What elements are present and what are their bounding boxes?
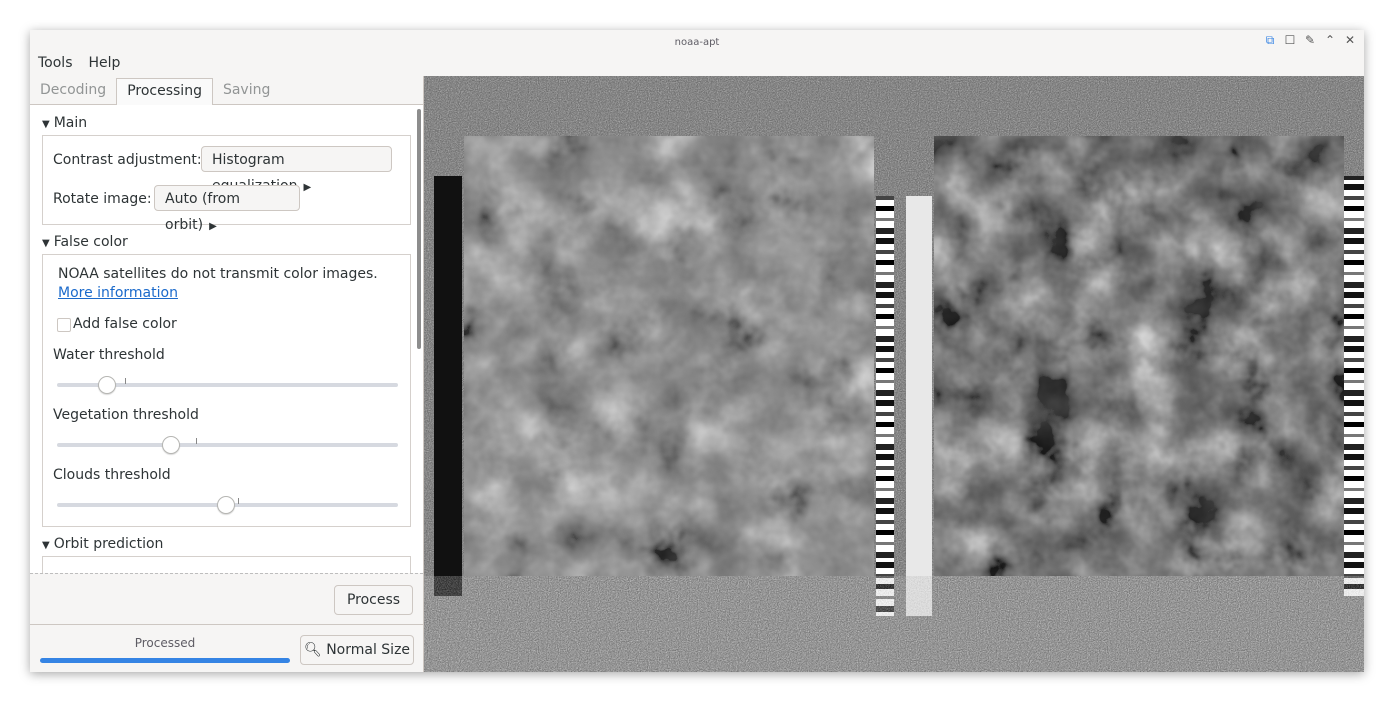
caret-right-icon: ▶ (303, 182, 312, 193)
false-color-header: False color (53, 234, 128, 250)
process-button[interactable]: Process (334, 585, 413, 615)
contrast-label: Contrast adjustment: (53, 152, 202, 168)
main-expander[interactable]: ▼ Main (42, 115, 87, 131)
clouds-threshold-slider[interactable] (217, 496, 235, 514)
rotate-dropdown[interactable]: Auto (from orbit) ▶ (154, 185, 300, 233)
scrollbar[interactable] (417, 109, 421, 349)
satellite-image (424, 76, 1364, 672)
window-controls: ⧉ ☐ ✎ ⌃ ✕ (1262, 32, 1358, 48)
menu-tools[interactable]: Tools (30, 50, 81, 76)
orbit-prediction-expander[interactable]: ▼ Orbit prediction (42, 536, 163, 552)
window-title: noaa-apt (674, 37, 720, 48)
normal-size-label: Normal Size (326, 642, 411, 658)
water-threshold-label: Water threshold (53, 347, 165, 363)
clouds-threshold-label: Clouds threshold (53, 467, 171, 483)
more-information-link[interactable]: More information (58, 285, 178, 301)
title-bar: noaa-apt ⧉ ☐ ✎ ⌃ ✕ (30, 30, 1364, 50)
main-header: Main (53, 115, 88, 131)
vegetation-threshold-slider[interactable] (162, 436, 180, 454)
menu-help[interactable]: Help (81, 50, 129, 76)
false-color-expander[interactable]: ▼ False color (42, 234, 128, 250)
main-frame: Contrast adjustment: Histogram equalizat… (42, 135, 411, 233)
clouds-default-mark (238, 498, 239, 504)
orbit-prediction-frame (42, 556, 411, 573)
app-window: noaa-apt ⧉ ☐ ✎ ⌃ ✕ Tools Help Decoding P… (30, 30, 1364, 672)
status-text: Processed (134, 636, 196, 650)
expander-arrow-icon: ▼ (42, 540, 50, 551)
menu-bar: Tools Help (30, 50, 128, 76)
processing-options[interactable]: ▼Main Contrast adjustment: Histogram equ… (30, 105, 423, 573)
status-bar: Processed 🔍︎ Normal Size (30, 624, 423, 672)
rotate-label: Rotate image: (53, 191, 152, 207)
info-text: NOAA satellites do not transmit color im… (58, 266, 378, 282)
settings-panel: Decoding Processing Saving ▼ Main Contras… (30, 76, 424, 672)
add-false-color-label: Add false color (73, 316, 177, 332)
image-viewer[interactable] (424, 76, 1364, 672)
tab-processing[interactable]: Processing (116, 78, 213, 105)
contrast-dropdown[interactable]: Histogram equalization▶ (201, 146, 392, 194)
progress-bar (40, 658, 290, 663)
expander-arrow-icon: ▼ (42, 119, 50, 130)
tab-decoding[interactable]: Decoding (30, 76, 116, 104)
rotate-value: Auto (from orbit) (165, 191, 240, 233)
caret-right-icon: ▶ (209, 221, 217, 232)
zoom-icon: 🔍︎ (303, 642, 322, 658)
add-false-color-checkbox[interactable] (57, 318, 71, 332)
orbit-prediction-header: Orbit prediction (53, 536, 164, 552)
vegetation-threshold-label: Vegetation threshold (53, 407, 199, 423)
false-color-info: NOAA satellites do not transmit color im… (58, 265, 403, 303)
vegetation-default-mark (196, 438, 197, 444)
expander-arrow-icon: ▼ (42, 238, 50, 249)
tab-bar: Decoding Processing Saving (30, 76, 423, 105)
restore-icon[interactable]: ⧉ (1262, 32, 1278, 48)
normal-size-button[interactable]: 🔍︎ Normal Size (300, 635, 414, 665)
water-threshold-slider[interactable] (98, 376, 116, 394)
tab-saving[interactable]: Saving (213, 76, 280, 104)
close-icon[interactable]: ✕ (1342, 32, 1358, 48)
vegetation-threshold-track[interactable] (57, 443, 398, 447)
chevron-up-icon[interactable]: ⌃ (1322, 32, 1338, 48)
water-default-mark (125, 378, 126, 384)
pin-icon[interactable]: ✎ (1302, 32, 1318, 48)
scroll-edge-divider (30, 573, 423, 574)
false-color-frame: NOAA satellites do not transmit color im… (42, 254, 411, 527)
maximize-icon[interactable]: ☐ (1282, 32, 1298, 48)
